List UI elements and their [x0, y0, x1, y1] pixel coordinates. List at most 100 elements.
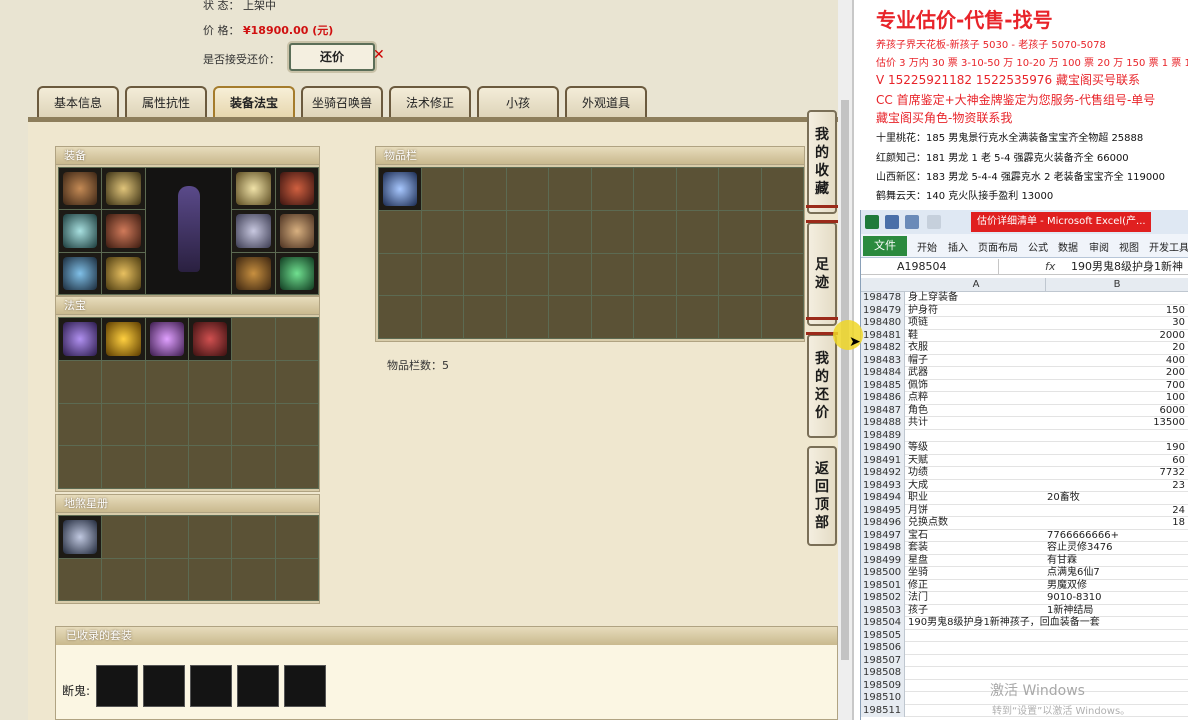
- cell-a[interactable]: 佩饰: [908, 380, 1044, 393]
- sheet-row[interactable]: 198489: [861, 429, 1188, 442]
- back-to-top-button[interactable]: 返 回 顶 部: [807, 446, 837, 546]
- fabao-slot-empty[interactable]: [102, 446, 145, 488]
- sheet-row[interactable]: 198488 共计 13500: [861, 417, 1188, 430]
- star-book-slot[interactable]: [59, 516, 102, 558]
- inventory-slot-empty[interactable]: [719, 253, 761, 296]
- cell-a[interactable]: 职业: [908, 492, 1044, 505]
- sheet-row[interactable]: 198479 护身符 150: [861, 304, 1188, 317]
- cell-b[interactable]: 点满鬼6仙7: [1047, 567, 1187, 580]
- equip-slot[interactable]: [102, 252, 145, 294]
- my-favorites-button[interactable]: 我 的 收 藏: [806, 110, 838, 214]
- sheet-row[interactable]: 198499 星盘 有甘霖: [861, 554, 1188, 567]
- row-number[interactable]: 198488: [861, 417, 905, 430]
- inventory-slot-empty[interactable]: [379, 253, 421, 296]
- fabao-slot-empty[interactable]: [275, 318, 318, 360]
- inventory-slot-empty[interactable]: [761, 296, 803, 338]
- row-number[interactable]: 198489: [861, 429, 905, 442]
- inventory-slot-empty[interactable]: [634, 168, 676, 210]
- inventory-slot-empty[interactable]: [591, 210, 633, 253]
- fabao-slot-empty[interactable]: [275, 360, 318, 403]
- row-number[interactable]: 198507: [861, 654, 905, 667]
- ribbon-tab[interactable]: 开发工具: [1149, 239, 1188, 254]
- cell-a[interactable]: 套装: [908, 542, 1044, 555]
- fabao-slot-empty[interactable]: [232, 446, 275, 488]
- cell-a[interactable]: 坐骑: [908, 567, 1044, 580]
- row-number[interactable]: 198498: [861, 542, 905, 555]
- inventory-slot-empty[interactable]: [676, 210, 718, 253]
- inventory-slot-empty[interactable]: [464, 168, 506, 210]
- equip-slot[interactable]: [232, 252, 275, 294]
- fabao-slot-empty[interactable]: [232, 360, 275, 403]
- cell-a[interactable]: 衣服: [908, 342, 1044, 355]
- row-number[interactable]: 198492: [861, 467, 905, 480]
- cell-b[interactable]: 60: [1047, 455, 1187, 468]
- inventory-slot-empty[interactable]: [591, 168, 633, 210]
- inventory-slot-empty[interactable]: [421, 210, 463, 253]
- row-number[interactable]: 198480: [861, 317, 905, 330]
- star-book-slot-empty[interactable]: [188, 558, 232, 600]
- cell-b[interactable]: 7732: [1047, 467, 1187, 480]
- row-number[interactable]: 198484: [861, 367, 905, 380]
- cell-a[interactable]: 修正: [908, 580, 1044, 593]
- column-a-header[interactable]: A: [907, 278, 1046, 292]
- inventory-slot-empty[interactable]: [676, 296, 718, 338]
- sheet-row[interactable]: 198491 天赋 60: [861, 454, 1188, 468]
- save-icon[interactable]: [885, 215, 899, 229]
- sheet-row[interactable]: 198508: [861, 667, 1188, 680]
- row-number[interactable]: 198494: [861, 492, 905, 505]
- sheet-row[interactable]: 198490 等级 190: [861, 442, 1188, 455]
- inventory-slot-empty[interactable]: [421, 296, 463, 338]
- cell-a[interactable]: 共计: [908, 417, 1044, 430]
- inventory-slot-empty[interactable]: [761, 253, 803, 296]
- cell-a[interactable]: 兑换点数: [908, 517, 1044, 530]
- fabao-slot-empty[interactable]: [188, 403, 232, 446]
- inventory-slot[interactable]: [379, 168, 421, 210]
- undo-icon[interactable]: [905, 215, 919, 229]
- sheet-row[interactable]: 198507: [861, 654, 1188, 667]
- inventory-slot-empty[interactable]: [549, 210, 591, 253]
- fabao-slot-empty[interactable]: [188, 446, 232, 488]
- fabao-slot-empty[interactable]: [59, 403, 102, 446]
- tab-equipment[interactable]: 装备法宝: [213, 86, 295, 118]
- inventory-slot-empty[interactable]: [549, 296, 591, 338]
- row-number[interactable]: 198501: [861, 579, 905, 592]
- row-number[interactable]: 198499: [861, 554, 905, 567]
- cell-b[interactable]: 13500: [1047, 417, 1187, 430]
- inventory-slot-empty[interactable]: [506, 253, 548, 296]
- my-counter-offers-button[interactable]: 我 的 还 价: [806, 332, 838, 438]
- tab-attributes[interactable]: 属性抗性: [125, 86, 207, 118]
- cell-a[interactable]: 点粹: [908, 392, 1044, 405]
- sheet-row[interactable]: 198487 角色 6000: [861, 404, 1188, 418]
- row-number[interactable]: 198481: [861, 329, 905, 342]
- fabao-slot[interactable]: [188, 318, 232, 360]
- sheet-row[interactable]: 198506: [861, 642, 1188, 655]
- sheet-row[interactable]: 198502 法门 9010-8310: [861, 592, 1188, 605]
- ribbon-tab[interactable]: 开始: [917, 239, 937, 254]
- fabao-slot-empty[interactable]: [145, 446, 188, 488]
- inventory-slot-empty[interactable]: [761, 210, 803, 253]
- inventory-slot-empty[interactable]: [676, 253, 718, 296]
- row-number[interactable]: 198485: [861, 379, 905, 392]
- inventory-slot-empty[interactable]: [464, 253, 506, 296]
- row-number[interactable]: 198503: [861, 604, 905, 617]
- sheet-row[interactable]: 198504 190男鬼8级护身1新神孩子，回血装备一套: [861, 617, 1188, 630]
- cell-a[interactable]: 孩子: [908, 605, 1044, 618]
- cell-b[interactable]: 6000: [1047, 405, 1187, 418]
- cell-b[interactable]: 18: [1047, 517, 1187, 530]
- inventory-slot-empty[interactable]: [719, 296, 761, 338]
- sheet-row[interactable]: 198500 坐骑 点满鬼6仙7: [861, 567, 1188, 580]
- cell-b[interactable]: 容止灵修3476: [1047, 542, 1187, 555]
- equip-slot[interactable]: [59, 252, 102, 294]
- star-book-slot-empty[interactable]: [102, 558, 145, 600]
- equip-slot[interactable]: [102, 168, 145, 210]
- suit-icon[interactable]: [284, 665, 326, 707]
- page-scrollbar-thumb[interactable]: [841, 100, 849, 660]
- row-number[interactable]: 198505: [861, 629, 905, 642]
- equip-slot[interactable]: [59, 168, 102, 210]
- fabao-slot-empty[interactable]: [275, 403, 318, 446]
- cell-a[interactable]: 等级: [908, 442, 1044, 455]
- counter-offer-button[interactable]: 还价: [289, 43, 375, 71]
- cell-a[interactable]: 大成: [908, 480, 1044, 493]
- star-book-slot-empty[interactable]: [275, 516, 318, 558]
- tab-appearance[interactable]: 外观道具: [565, 86, 647, 118]
